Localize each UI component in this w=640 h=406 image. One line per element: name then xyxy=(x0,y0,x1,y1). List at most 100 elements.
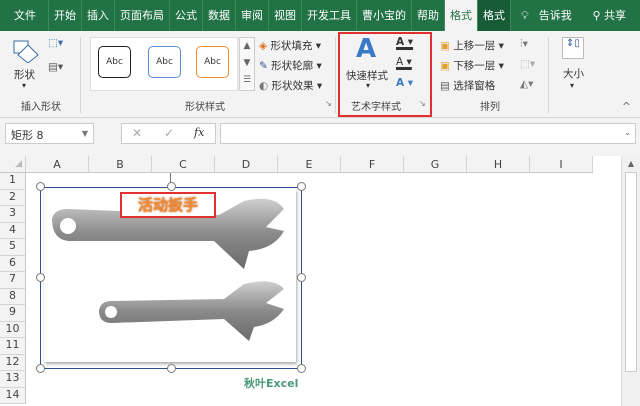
shapes-icon xyxy=(13,40,39,63)
resize-handle[interactable] xyxy=(297,273,306,282)
shape-outline-button[interactable]: ✎ 形状轮廓 ▾ xyxy=(259,58,322,73)
shape-effect-button[interactable]: ◐ 形状效果 ▾ xyxy=(259,78,322,93)
row-header-14[interactable]: 14 xyxy=(0,387,26,404)
row-header-1[interactable]: 1 xyxy=(0,173,26,190)
column-header-G[interactable]: G xyxy=(404,156,467,173)
shape-effect-label: 形状效果 xyxy=(271,80,314,92)
row-header-11[interactable]: 11 xyxy=(0,338,26,355)
group-label-arrange: 排列 xyxy=(480,102,500,113)
divider xyxy=(80,37,81,113)
vertical-scrollbar[interactable]: ▲ xyxy=(621,156,640,406)
resize-handle[interactable] xyxy=(297,182,306,191)
shape-style-blue[interactable]: Abc xyxy=(148,46,181,78)
text-box-icon[interactable]: ▤▾ xyxy=(48,61,63,73)
send-backward-label: 下移一层 xyxy=(453,60,496,72)
tab-custom[interactable]: 曹小宝的 xyxy=(357,0,412,31)
group-icon[interactable]: ⬚▾ xyxy=(520,58,535,70)
select-all[interactable]: ◢ xyxy=(0,156,26,173)
tab-data[interactable]: 数据 xyxy=(203,0,236,31)
chevron-down-icon: ▼ xyxy=(81,129,88,138)
row-header-6[interactable]: 6 xyxy=(0,255,26,272)
align-icon[interactable]: ⫶▾ xyxy=(520,38,528,51)
name-box[interactable]: 矩形 8 ▼ xyxy=(5,123,94,144)
row-header-2[interactable]: 2 xyxy=(0,189,26,206)
tell-me[interactable]: 告诉我 xyxy=(534,0,577,31)
paint-bucket-icon: ◈ xyxy=(259,40,268,52)
column-header-H[interactable]: H xyxy=(467,156,530,173)
row-header-3[interactable]: 3 xyxy=(0,206,26,223)
ribbon: 形状 ▾ ⬚▾ ▤▾ 插入形状 Abc Abc Abc ▲ ▼ ☰ ◈ 形状填充 ▾… xyxy=(0,31,640,118)
shape-style-black[interactable]: Abc xyxy=(98,46,131,78)
scroll-thumb[interactable] xyxy=(625,172,637,372)
shape-style-orange[interactable]: Abc xyxy=(196,46,229,78)
insert-function-icon[interactable]: fx xyxy=(194,126,204,139)
gallery-scroll[interactable]: ▲ ▼ ☰ xyxy=(239,37,255,91)
resize-handle[interactable] xyxy=(167,364,176,373)
formula-input[interactable]: ⌄ xyxy=(220,123,636,144)
resize-handle[interactable] xyxy=(36,273,45,282)
text-effect-icon[interactable]: A ▾ xyxy=(396,77,413,89)
collapse-ribbon-icon[interactable]: ^ xyxy=(622,101,631,113)
resize-handle[interactable] xyxy=(167,182,176,191)
send-backward-button[interactable]: ▣ 下移一层 ▾ xyxy=(440,58,504,73)
edit-shape-icon[interactable]: ⬚▾ xyxy=(48,37,63,49)
tab-developer[interactable]: 开发工具 xyxy=(302,0,357,31)
resize-handle[interactable] xyxy=(36,364,45,373)
formula-bar: 矩形 8 ▼ ✕ ✓ fx ⌄ xyxy=(0,118,640,156)
tab-review[interactable]: 审阅 xyxy=(236,0,269,31)
selection-frame xyxy=(40,187,302,369)
lightbulb-icon: 💡︎ xyxy=(521,9,529,22)
row-header-12[interactable]: 12 xyxy=(0,354,26,371)
row-header-5[interactable]: 5 xyxy=(0,239,26,256)
size-button[interactable]: 大小 xyxy=(563,66,584,81)
tab-help[interactable]: 帮助 xyxy=(412,0,445,31)
shape-button[interactable]: 形状 xyxy=(14,67,35,82)
shape-fill-button[interactable]: ◈ 形状填充 ▾ xyxy=(259,38,321,53)
dialog-launcher-icon[interactable]: ↘ xyxy=(419,99,426,108)
column-header-C[interactable]: C xyxy=(152,156,215,173)
tab-view[interactable]: 视图 xyxy=(269,0,302,31)
scroll-up-icon[interactable]: ▲ xyxy=(622,159,640,168)
cancel-icon[interactable]: ✕ xyxy=(132,126,142,140)
selection-pane-button[interactable]: ▤ 选择窗格 xyxy=(440,78,495,93)
dialog-launcher-icon[interactable]: ↘ xyxy=(325,99,332,108)
group-label-wordart: 艺术字样式 xyxy=(351,102,401,113)
tab-formulas[interactable]: 公式 xyxy=(170,0,203,31)
bring-forward-button[interactable]: ▣ 上移一层 ▾ xyxy=(440,38,504,53)
column-header-I[interactable]: I xyxy=(530,156,593,173)
rotate-icon[interactable]: ◭▾ xyxy=(520,78,533,90)
column-header-A[interactable]: A xyxy=(26,156,89,173)
watermark: 秋叶Excel xyxy=(244,377,299,390)
tab-format-drawing[interactable]: 格式 xyxy=(445,0,478,31)
column-header-D[interactable]: D xyxy=(215,156,278,173)
row-header-8[interactable]: 8 xyxy=(0,288,26,305)
chevron-down-icon: ▾ xyxy=(22,81,27,90)
tab-home[interactable]: 开始 xyxy=(49,0,82,31)
spreadsheet-grid[interactable]: ◢ ABCDEFGHI 1 2 3 4 5 6 7 8 9 10 11 12 13 14 ▲ 活动扳手 秋… xyxy=(0,156,640,406)
row-header-4[interactable]: 4 xyxy=(0,222,26,239)
column-header-B[interactable]: B xyxy=(89,156,152,173)
resize-handle[interactable] xyxy=(36,182,45,191)
column-header-E[interactable]: E xyxy=(278,156,341,173)
column-header-F[interactable]: F xyxy=(341,156,404,173)
divider xyxy=(548,37,549,113)
share-button[interactable]: ⚲ 共享 xyxy=(587,0,640,31)
shape-fill-label: 形状填充 xyxy=(270,40,313,52)
bring-forward-label: 上移一层 xyxy=(453,40,496,52)
tab-insert[interactable]: 插入 xyxy=(82,0,115,31)
enter-icon[interactable]: ✓ xyxy=(164,126,174,140)
tab-format-picture[interactable]: 格式 xyxy=(478,0,511,31)
row-header-9[interactable]: 9 xyxy=(0,305,26,322)
tab-page-layout[interactable]: 页面布局 xyxy=(115,0,170,31)
rotate-handle-line xyxy=(170,173,171,183)
bring-forward-icon: ▣ xyxy=(440,40,450,52)
row-header-13[interactable]: 13 xyxy=(0,371,26,388)
text-outline-icon[interactable]: A ▾ xyxy=(396,56,412,68)
row-header-10[interactable]: 10 xyxy=(0,321,26,338)
text-fill-icon[interactable]: A ▾ xyxy=(396,36,413,48)
resize-handle[interactable] xyxy=(297,364,306,373)
tab-file[interactable]: 文件 xyxy=(0,0,49,31)
row-header-7[interactable]: 7 xyxy=(0,272,26,289)
ribbon-tabs: 文件 开始 插入 页面布局 公式 数据 审阅 视图 开发工具 曹小宝的 帮助 格… xyxy=(0,0,640,31)
selection-pane-icon: ▤ xyxy=(440,80,450,92)
